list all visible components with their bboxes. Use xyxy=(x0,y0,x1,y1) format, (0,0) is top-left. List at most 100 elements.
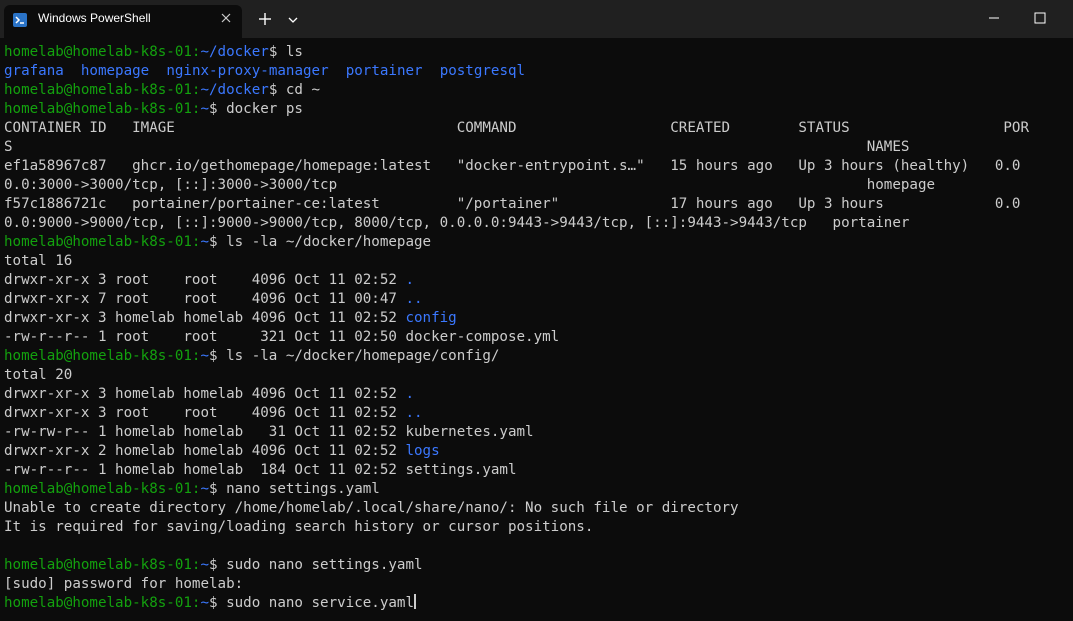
terminal-segment: homelab@homelab-k8s-01: xyxy=(4,82,201,98)
terminal-line: homelab@homelab-k8s-01:~$ docker ps xyxy=(4,100,1029,119)
terminal-segment: homepage xyxy=(80,63,150,79)
terminal-segment: ~/docker xyxy=(200,82,269,98)
terminal-segment xyxy=(423,63,440,79)
terminal-segment: $ ls -la ~/docker/homepage xyxy=(209,234,432,250)
terminal-segment: ef1a58967c87 ghcr.io/gethomepage/homepag… xyxy=(4,158,1021,174)
terminal-line: It is required for saving/loading search… xyxy=(4,518,1029,537)
terminal-segment: drwxr-xr-x 3 homelab homelab 4096 Oct 11… xyxy=(4,386,406,402)
terminal-segment: drwxr-xr-x 3 homelab homelab 4096 Oct 11… xyxy=(4,310,406,326)
terminal-segment: 0.0:3000->3000/tcp, [::]:3000->3000/tcp … xyxy=(4,177,936,193)
terminal-segment: S NAMES xyxy=(4,139,910,155)
terminal-segment: logs xyxy=(405,443,440,459)
terminal-segment: homelab@homelab-k8s-01: xyxy=(4,595,201,611)
terminal-segment: drwxr-xr-x 3 root root 4096 Oct 11 02:52 xyxy=(4,405,406,421)
terminal-line: -rw-r--r-- 1 root root 321 Oct 11 02:50 … xyxy=(4,328,1029,347)
terminal-segment: homelab@homelab-k8s-01: xyxy=(4,557,201,573)
terminal-segment: homelab@homelab-k8s-01: xyxy=(4,101,201,117)
terminal-segment: f57c1886721c portainer/portainer-ce:late… xyxy=(4,196,1021,212)
minimize-icon[interactable] xyxy=(986,10,1002,26)
terminal-segment: ~ xyxy=(200,481,210,497)
terminal-line: f57c1886721c portainer/portainer-ce:late… xyxy=(4,195,1029,214)
terminal-line: -rw-r--r-- 1 homelab homelab 184 Oct 11 … xyxy=(4,461,1029,480)
terminal-line: total 20 xyxy=(4,366,1029,385)
terminal-line: ef1a58967c87 ghcr.io/gethomepage/homepag… xyxy=(4,157,1029,176)
terminal-output[interactable]: homelab@homelab-k8s-01:~/docker$ ls grafa… xyxy=(0,38,1073,621)
terminal-segment: .. xyxy=(405,405,423,421)
chevron-down-icon[interactable] xyxy=(286,12,300,26)
terminal-segment: $ sudo nano settings.yaml xyxy=(209,557,423,573)
terminal-segment: It is required for saving/loading search… xyxy=(4,519,594,535)
terminal-segment: ~ xyxy=(200,348,210,364)
terminal-line: drwxr-xr-x 3 root root 4096 Oct 11 02:52… xyxy=(4,404,1029,423)
terminal-line: homelab@homelab-k8s-01:~/docker$ ls xyxy=(4,43,1029,62)
terminal-segment: $ nano settings.yaml xyxy=(209,481,380,497)
terminal-line: CONTAINER ID IMAGE COMMAND CREATED STATU… xyxy=(4,119,1029,138)
tab-powershell[interactable]: Windows PowerShell xyxy=(4,5,242,38)
terminal-segment: $ docker ps xyxy=(209,101,303,117)
title-bar: Windows PowerShell xyxy=(0,0,1073,38)
terminal-line: -rw-rw-r-- 1 homelab homelab 31 Oct 11 0… xyxy=(4,423,1029,442)
terminal-segment: ~ xyxy=(200,234,210,250)
terminal-segment: CONTAINER ID IMAGE COMMAND CREATED STATU… xyxy=(4,120,1029,136)
terminal-line: Unable to create directory /home/homelab… xyxy=(4,499,1029,518)
terminal-segment: [sudo] password for homelab: xyxy=(4,576,244,592)
terminal-line: drwxr-xr-x 3 homelab homelab 4096 Oct 11… xyxy=(4,309,1029,328)
terminal-segment: postgresql xyxy=(439,63,526,79)
terminal-segment: config xyxy=(405,310,457,326)
terminal-segment: $ ls xyxy=(268,44,303,60)
terminal-segment: .. xyxy=(405,291,423,307)
terminal-line: homelab@homelab-k8s-01:~$ sudo nano serv… xyxy=(4,594,1029,613)
plus-icon[interactable] xyxy=(256,10,274,28)
terminal-line: homelab@homelab-k8s-01:~/docker$ cd ~ xyxy=(4,81,1029,100)
terminal-line: drwxr-xr-x 7 root root 4096 Oct 11 00:47… xyxy=(4,290,1029,309)
terminal-line: drwxr-xr-x 2 homelab homelab 4096 Oct 11… xyxy=(4,442,1029,461)
terminal-segment: . xyxy=(405,386,415,402)
terminal-line: homelab@homelab-k8s-01:~$ ls -la ~/docke… xyxy=(4,233,1029,252)
terminal-segment: homelab@homelab-k8s-01: xyxy=(4,44,201,60)
terminal-line: [sudo] password for homelab: xyxy=(4,575,1029,594)
terminal-line: S NAMES xyxy=(4,138,1029,157)
terminal-segment: total 20 xyxy=(4,367,73,383)
close-tab-icon[interactable] xyxy=(218,10,234,26)
terminal-segment: -rw-r--r-- 1 root root 321 Oct 11 02:50 … xyxy=(4,329,560,345)
terminal-segment: $ ls -la ~/docker/homepage/config/ xyxy=(209,348,500,364)
terminal-segment: ~ xyxy=(200,595,210,611)
terminal-line: homelab@homelab-k8s-01:~$ ls -la ~/docke… xyxy=(4,347,1029,366)
terminal-line: drwxr-xr-x 3 homelab homelab 4096 Oct 11… xyxy=(4,385,1029,404)
terminal-line: drwxr-xr-x 3 root root 4096 Oct 11 02:52… xyxy=(4,271,1029,290)
terminal-segment xyxy=(149,63,166,79)
terminal-segment: ~ xyxy=(200,101,210,117)
terminal-segment: homelab@homelab-k8s-01: xyxy=(4,234,201,250)
tab-title: Windows PowerShell xyxy=(38,11,151,25)
terminal-segment: portainer xyxy=(345,63,423,79)
terminal-lines: homelab@homelab-k8s-01:~/docker$ ls grafa… xyxy=(4,43,1029,613)
terminal-segment: homelab@homelab-k8s-01: xyxy=(4,348,201,364)
terminal-segment: . xyxy=(405,272,415,288)
terminal-segment: grafana xyxy=(4,63,64,79)
terminal-segment: homelab@homelab-k8s-01: xyxy=(4,481,201,497)
terminal-line: 0.0:3000->3000/tcp, [::]:3000->3000/tcp … xyxy=(4,176,1029,195)
terminal-segment: ~/docker xyxy=(200,44,269,60)
maximize-icon[interactable] xyxy=(1032,10,1048,26)
powershell-icon xyxy=(13,13,27,27)
terminal-segment: nginx-proxy-manager xyxy=(166,63,329,79)
terminal-segment: drwxr-xr-x 2 homelab homelab 4096 Oct 11… xyxy=(4,443,406,459)
terminal-line: homelab@homelab-k8s-01:~$ nano settings.… xyxy=(4,480,1029,499)
terminal-segment: drwxr-xr-x 7 root root 4096 Oct 11 00:47 xyxy=(4,291,406,307)
terminal-segment: Unable to create directory /home/homelab… xyxy=(4,500,739,516)
terminal-line: homelab@homelab-k8s-01:~$ sudo nano sett… xyxy=(4,556,1029,575)
terminal-segment: $ sudo nano service.yaml xyxy=(209,595,415,611)
text-cursor xyxy=(414,594,417,609)
terminal-segment: total 16 xyxy=(4,253,73,269)
terminal-segment: ~ xyxy=(200,557,210,573)
terminal-line: 0.0:9000->9000/tcp, [::]:9000->9000/tcp,… xyxy=(4,214,1029,233)
terminal-line: total 16 xyxy=(4,252,1029,271)
terminal-segment: $ cd ~ xyxy=(268,82,321,98)
terminal-segment: drwxr-xr-x 3 root root 4096 Oct 11 02:52 xyxy=(4,272,406,288)
terminal-segment: 0.0:9000->9000/tcp, [::]:9000->9000/tcp,… xyxy=(4,215,910,231)
terminal-segment: -rw-r--r-- 1 homelab homelab 184 Oct 11 … xyxy=(4,462,517,478)
terminal-segment xyxy=(64,63,81,79)
terminal-line: grafana homepage nginx-proxy-manager por… xyxy=(4,62,1029,81)
terminal-segment xyxy=(329,63,346,79)
